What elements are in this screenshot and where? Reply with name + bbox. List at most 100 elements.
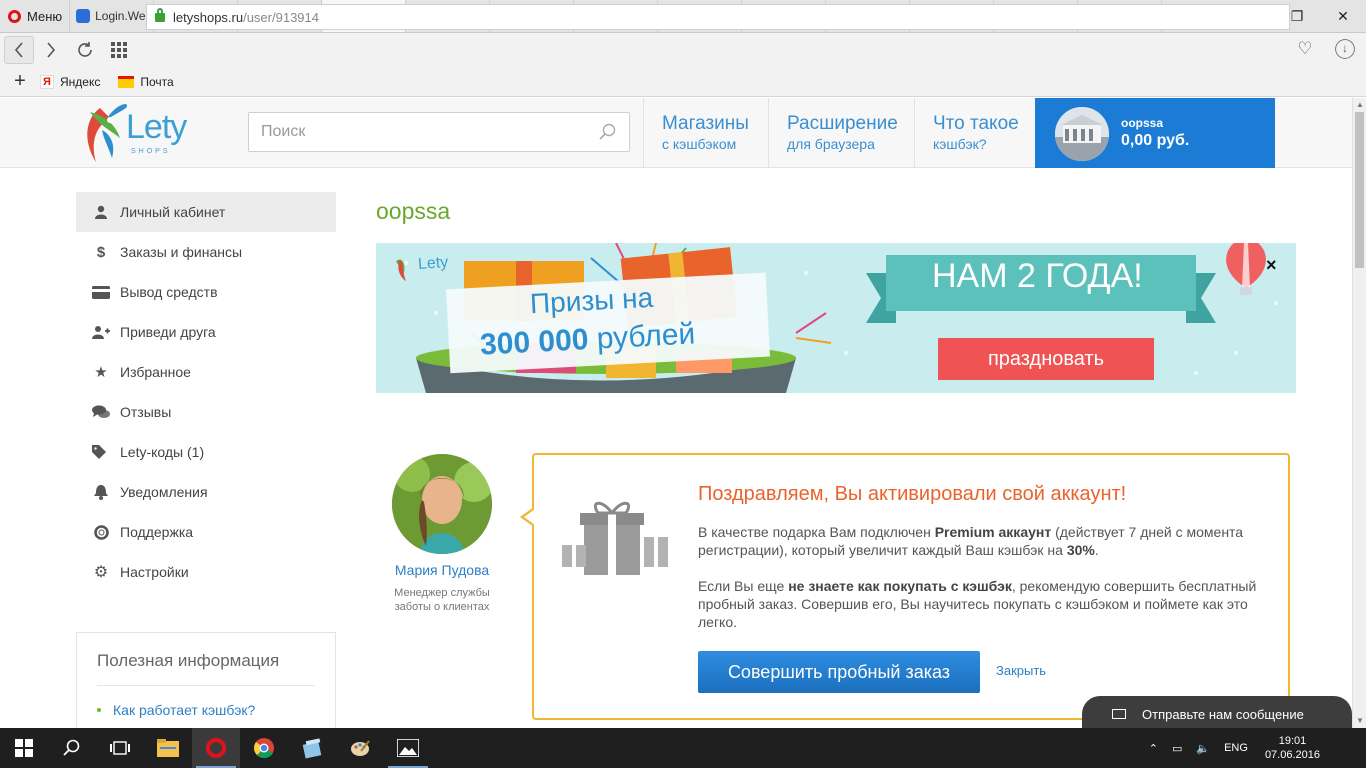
- windows-start-icon[interactable]: [0, 728, 48, 768]
- banner-prize-unit: рублей: [595, 317, 696, 356]
- manager-role: Менеджер службы заботы о клиентах: [394, 587, 490, 613]
- congrats-title: Поздравляем, Вы активировали свой аккаун…: [698, 483, 1127, 505]
- sidebar-item[interactable]: Личный кабинет: [76, 192, 336, 232]
- sidebar-item-label: Отзывы: [120, 404, 172, 420]
- user-name: oopssa: [1121, 116, 1164, 130]
- address-bar: [0, 33, 1366, 67]
- sidebar-item[interactable]: Уведомления: [76, 472, 336, 512]
- speed-dial-grid-icon[interactable]: [102, 36, 136, 64]
- info-link-how-cashback-works[interactable]: Как работает кэшбэк?: [97, 702, 315, 718]
- scroll-down-arrow-icon[interactable]: ▼: [1353, 714, 1366, 728]
- back-button[interactable]: [4, 36, 34, 64]
- bookmark-label: Яндекс: [60, 74, 101, 89]
- sidebar-item[interactable]: Приведи друга: [76, 312, 336, 352]
- trial-order-button[interactable]: Совершить пробный заказ: [698, 651, 980, 693]
- notepad-app-icon[interactable]: [288, 728, 336, 768]
- tray-expand-chevron-up-icon[interactable]: ⌃: [1142, 742, 1165, 755]
- congrats-p2-a: Если Вы еще: [698, 578, 789, 594]
- close-window-button[interactable]: ✕: [1320, 0, 1366, 32]
- sidebar-item[interactable]: $ Заказы и финансы: [76, 232, 336, 272]
- sidebar-item[interactable]: Lety-коды (1): [76, 432, 336, 472]
- star-icon: ★: [94, 364, 108, 381]
- scrollbar-thumb[interactable]: [1355, 112, 1364, 268]
- task-view-icon[interactable]: [96, 728, 144, 768]
- premium-label: Premium аккаунт: [934, 524, 1052, 540]
- sidebar-item[interactable]: ★ Избранное: [76, 352, 336, 392]
- nav-what-is-cashback[interactable]: Что такое кэшбэк?: [914, 98, 1035, 168]
- support-manager-card: Мария Пудова Менеджер службы заботы о кл…: [380, 454, 504, 614]
- sidebar-item-label: Настройки: [120, 564, 189, 580]
- file-explorer-icon[interactable]: [144, 728, 192, 768]
- page-scrollbar[interactable]: ▲ ▼: [1352, 98, 1366, 728]
- info-link-label: Как работает кэшбэк?: [113, 702, 256, 718]
- language-indicator[interactable]: ENG: [1217, 742, 1255, 754]
- banner-close-icon[interactable]: ×: [1266, 255, 1277, 276]
- add-bookmark-button[interactable]: +: [0, 70, 40, 93]
- volume-icon[interactable]: 🔈: [1189, 742, 1217, 755]
- chat-widget[interactable]: Отправьте нам сообщение: [1082, 696, 1352, 732]
- user-avatar: [1055, 107, 1109, 161]
- sidebar-item-label: Заказы и финансы: [120, 244, 243, 260]
- comments-icon: [92, 404, 110, 420]
- banner-logo: Lety: [417, 253, 449, 274]
- banner-prize-amount: 300 000: [479, 322, 590, 362]
- search-icon[interactable]: [48, 728, 96, 768]
- chrome-icon[interactable]: [240, 728, 288, 768]
- card-icon: [92, 284, 110, 300]
- mail-icon: [118, 75, 135, 88]
- reload-button[interactable]: [68, 36, 102, 64]
- add-user-icon: [92, 324, 110, 340]
- clock-date: 07.06.2016: [1264, 749, 1320, 761]
- scroll-up-arrow-icon[interactable]: ▲: [1353, 98, 1366, 112]
- congrats-text: В качестве подарка Вам подключен Premium…: [698, 523, 1268, 649]
- user-account-box[interactable]: oopssa 0,00 руб.: [1035, 98, 1275, 168]
- browser-tab[interactable]: Login.We: [69, 0, 153, 32]
- paint-app-icon[interactable]: [336, 728, 384, 768]
- bullet-icon: [97, 708, 101, 712]
- network-icon[interactable]: ▭: [1165, 742, 1189, 755]
- tab-label: Login.We: [95, 9, 146, 23]
- celebrate-button[interactable]: праздновать: [938, 338, 1154, 380]
- clock[interactable]: 19:01 07.06.2016: [1255, 734, 1330, 762]
- close-link[interactable]: Закрыть: [996, 663, 1046, 678]
- sidebar-item[interactable]: Отзывы: [76, 392, 336, 432]
- menu-label: Меню: [27, 8, 63, 24]
- bonus-percent: 30%: [1066, 542, 1095, 558]
- action-center-icon[interactable]: [1330, 728, 1366, 768]
- sidebar-item[interactable]: ⚙ Настройки: [76, 552, 336, 592]
- gear-icon: ⚙: [93, 564, 109, 581]
- manager-name[interactable]: Мария Пудова: [380, 562, 504, 578]
- sidebar-item[interactable]: Поддержка: [76, 512, 336, 552]
- yandex-icon: Я: [40, 74, 54, 89]
- url-field[interactable]: letyshops.ru/user/913914: [146, 4, 1290, 30]
- bookmark-yandex[interactable]: Я Яндекс: [40, 74, 101, 89]
- nav-extension-label: Расширение: [787, 113, 898, 134]
- windows-taskbar: ⌃ ▭ 🔈 ENG 19:01 07.06.2016: [0, 728, 1366, 768]
- forward-button[interactable]: [34, 36, 68, 64]
- sidebar-item-label: Lety-коды (1): [120, 444, 205, 460]
- logo-text[interactable]: Lety: [126, 108, 187, 147]
- bookmark-mail[interactable]: Почта: [118, 75, 174, 89]
- search-icon[interactable]: [599, 123, 617, 141]
- sidebar-item[interactable]: Вывод средств: [76, 272, 336, 312]
- opera-menu-button[interactable]: Меню: [0, 0, 69, 32]
- bookmark-heart-icon[interactable]: ♡: [1292, 36, 1318, 62]
- search-input[interactable]: Поиск: [248, 112, 630, 152]
- downloads-icon[interactable]: ↓: [1335, 39, 1355, 59]
- dollar-icon: $: [96, 243, 106, 261]
- nav-cashback-sub: кэшбэк?: [933, 136, 987, 152]
- nav-stores[interactable]: Магазины с кэшбэком: [643, 98, 768, 168]
- photos-app-icon[interactable]: [384, 728, 432, 768]
- manager-avatar: [392, 454, 492, 554]
- nav-cashback-label: Что такое: [933, 113, 1019, 134]
- nav-extension[interactable]: Расширение для браузера: [768, 98, 914, 168]
- tags-icon: [92, 444, 110, 460]
- opera-logo-icon: [8, 9, 21, 23]
- banner-prize-line1: Призы на: [529, 281, 654, 320]
- secure-lock-icon: [155, 7, 165, 22]
- logo-subtext: SHOPS: [131, 148, 171, 155]
- anniversary-banner[interactable]: Lety Призы на 300 000 рублей НАМ 2 ГОДА!…: [376, 243, 1296, 393]
- sidebar-item-label: Поддержка: [120, 524, 194, 540]
- activation-congrats-panel: Поздравляем, Вы активировали свой аккаун…: [520, 453, 1290, 720]
- opera-taskbar-icon[interactable]: [192, 728, 240, 768]
